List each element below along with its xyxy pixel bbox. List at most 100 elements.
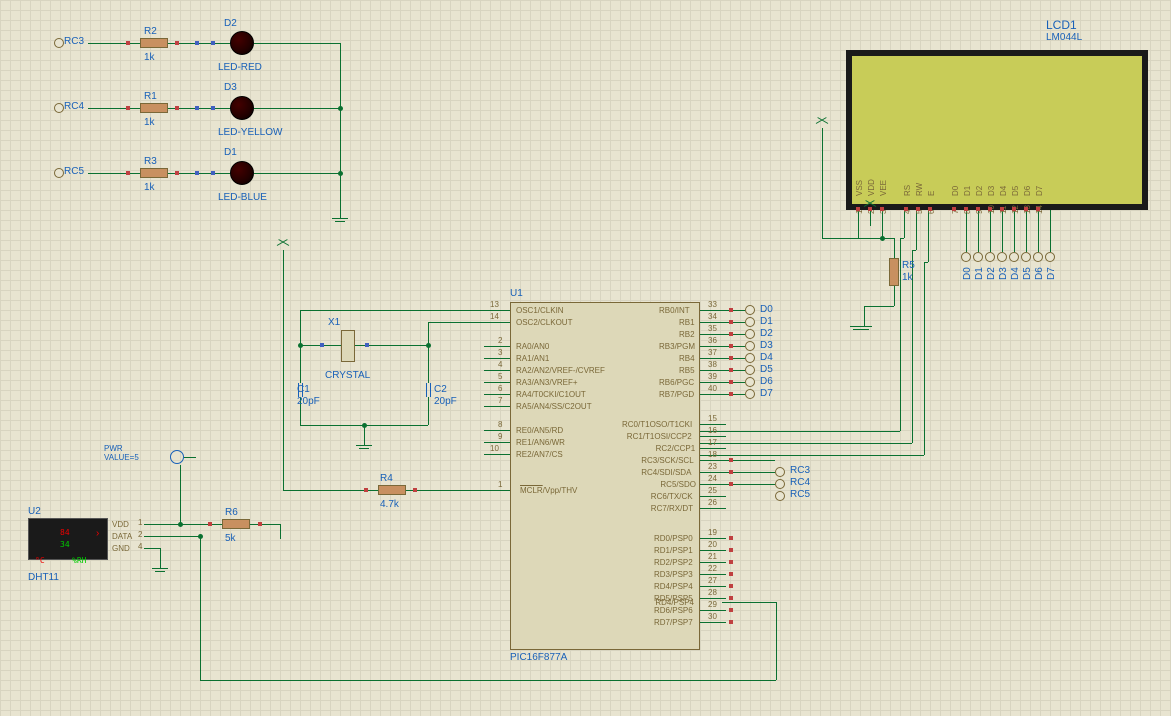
u1-pinnum: 13 xyxy=(490,300,499,309)
u1-stub xyxy=(700,496,726,497)
u1-stub xyxy=(700,382,726,383)
r3-ref: R3 xyxy=(144,156,157,167)
u1-stub xyxy=(700,484,726,485)
lcd-d-term[interactable] xyxy=(973,252,983,262)
u1-stub xyxy=(700,550,726,551)
d-terminal[interactable] xyxy=(745,329,755,339)
c1-value: 20pF xyxy=(297,396,320,407)
u1-pinlabel: RB2 xyxy=(679,330,695,339)
marker xyxy=(729,596,733,600)
u1-pinlabel: RD6/PSP6 xyxy=(654,606,693,615)
u1-stub xyxy=(700,574,726,575)
sel-marker xyxy=(208,522,212,526)
d-label: D2 xyxy=(760,328,773,339)
r2-resistor[interactable] xyxy=(140,38,168,48)
u1-pinnum: 7 xyxy=(498,396,502,405)
d-terminal[interactable] xyxy=(745,389,755,399)
lcd-pinlabel: D1 xyxy=(963,186,972,196)
pwr-probe[interactable]: PWRVALUE=5 xyxy=(104,444,139,462)
lcd-pinlabel: E xyxy=(927,191,936,196)
wire xyxy=(1014,210,1015,252)
u1-stub xyxy=(700,436,726,437)
r4-value: 4.7k xyxy=(380,499,399,510)
r6-resistor[interactable] xyxy=(222,519,250,529)
lcd1-ref: LCD1 xyxy=(1046,18,1077,32)
c2-value: 20pF xyxy=(434,396,457,407)
rc3-terminal[interactable] xyxy=(54,38,64,48)
u1-pinlabel: RC2/CCP1 xyxy=(656,444,696,453)
d-label: D0 xyxy=(760,304,773,315)
u1-pinlabel: 27 xyxy=(708,576,717,585)
rc3-right[interactable] xyxy=(775,467,785,477)
wire xyxy=(726,460,775,461)
sel-marker xyxy=(195,106,199,110)
d-terminal[interactable] xyxy=(745,377,755,387)
lcd-d-term[interactable] xyxy=(1009,252,1019,262)
u1-pin-1: 1 xyxy=(498,480,502,489)
lcd-pinlabel: RS xyxy=(903,185,912,196)
u1-pinnum: 38 xyxy=(708,360,717,369)
u1-pinlabel: RD2/PSP2 xyxy=(654,558,693,567)
d1-led-blue[interactable] xyxy=(230,161,254,185)
d-label: D6 xyxy=(760,376,773,387)
marker xyxy=(1024,207,1028,211)
lcd-pinlabel: D2 xyxy=(975,186,984,196)
d3-led-yellow[interactable] xyxy=(230,96,254,120)
lcd-d-term[interactable] xyxy=(1021,252,1031,262)
lcd-d-term[interactable] xyxy=(985,252,995,262)
d-terminal[interactable] xyxy=(745,341,755,351)
lcd-d-term[interactable] xyxy=(1033,252,1043,262)
r3-resistor[interactable] xyxy=(140,168,168,178)
u1-pinnum: 14 xyxy=(490,312,499,321)
u1-ref: U1 xyxy=(510,288,523,299)
r2-ref: R2 xyxy=(144,26,157,37)
wire xyxy=(1026,210,1027,252)
lcd-pinlabel: VDD xyxy=(867,179,876,196)
r1-value: 1k xyxy=(144,117,155,128)
sel-marker xyxy=(413,488,417,492)
rc4-right[interactable] xyxy=(775,479,785,489)
marker xyxy=(868,207,872,211)
lcd-d-term[interactable] xyxy=(997,252,1007,262)
u1-stub xyxy=(484,442,510,443)
sel-marker xyxy=(365,343,369,347)
d-terminal[interactable] xyxy=(745,317,755,327)
u1-pinlabel: RB5 xyxy=(679,366,695,375)
marker xyxy=(964,207,968,211)
u2-hum-unit: %RH xyxy=(72,556,86,565)
rc5-label: RC5 xyxy=(64,166,84,177)
r5-resistor[interactable] xyxy=(889,258,899,286)
u1-pinnum: 37 xyxy=(708,348,717,357)
lcd1-module[interactable] xyxy=(846,50,1148,210)
lcd-d-term[interactable] xyxy=(961,252,971,262)
r1-resistor[interactable] xyxy=(140,103,168,113)
u1-pinnum: 25 xyxy=(708,486,717,495)
rc5-terminal[interactable] xyxy=(54,168,64,178)
x1-crystal[interactable] xyxy=(341,330,355,362)
marker xyxy=(729,482,733,486)
u1-pinlabel: 19 xyxy=(708,528,717,537)
rc4-terminal[interactable] xyxy=(54,103,64,113)
u1-pinlabel: RA3/AN3/VREF+ xyxy=(516,378,578,387)
sel-marker xyxy=(211,171,215,175)
u1-pinlabel: RE1/AN6/WR xyxy=(516,438,565,447)
r4-resistor[interactable] xyxy=(378,485,406,495)
u1-stub xyxy=(700,562,726,563)
marker xyxy=(729,584,733,588)
d-terminal[interactable] xyxy=(745,305,755,315)
u1-pinnum: 26 xyxy=(708,498,717,507)
marker xyxy=(729,332,733,336)
wire xyxy=(990,210,991,252)
wire xyxy=(1038,210,1039,252)
u1-pinnum: 33 xyxy=(708,300,717,309)
d-terminal[interactable] xyxy=(745,365,755,375)
lcd-d-term[interactable] xyxy=(1045,252,1055,262)
d-label: D3 xyxy=(760,340,773,351)
d-terminal[interactable] xyxy=(745,353,755,363)
u1-pinlabel: RE2/AN7/CS xyxy=(516,450,563,459)
d2-led-red[interactable] xyxy=(230,31,254,55)
u2-dht11[interactable] xyxy=(28,518,108,560)
rc5-right[interactable] xyxy=(775,491,785,501)
u1-stub xyxy=(700,598,726,599)
u1-stub xyxy=(484,370,510,371)
